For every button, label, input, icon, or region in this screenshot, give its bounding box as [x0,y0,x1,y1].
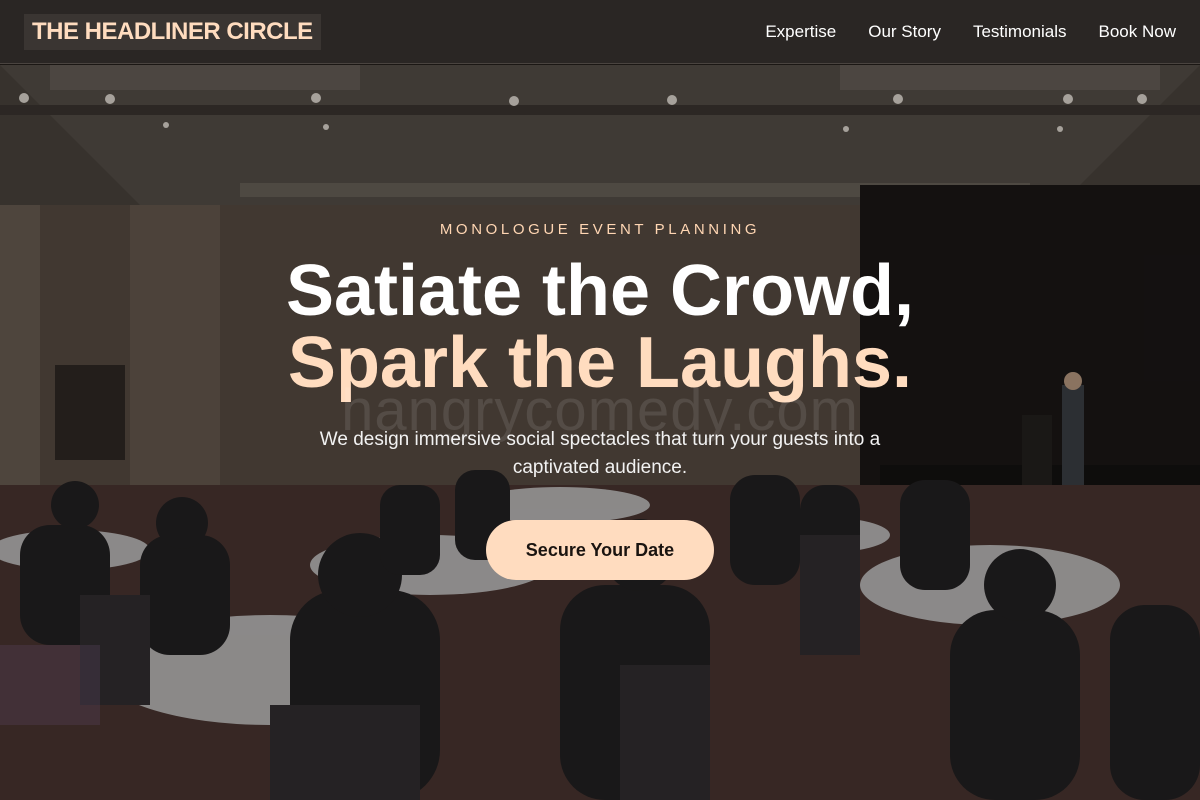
headline-line-1: Satiate the Crowd, [285,251,915,331]
hero-eyebrow: MONOLOGUE EVENT PLANNING [439,221,761,238]
nav-link-testimonials[interactable]: Testimonials [973,22,1067,42]
hero-content: MONOLOGUE EVENT PLANNING Satiate the Cro… [0,65,1200,800]
nav-link-our-story[interactable]: Our Story [868,22,941,42]
site-logo[interactable]: THE HEADLINER CIRCLE [24,13,321,50]
hero-subtitle: We design immersive social spectacles th… [319,429,881,478]
hero-section: MONOLOGUE EVENT PLANNING Satiate the Cro… [0,65,1200,800]
main-nav: Expertise Our Story Testimonials Book No… [765,22,1176,42]
nav-link-book-now[interactable]: Book Now [1099,22,1176,42]
site-header: THE HEADLINER CIRCLE Expertise Our Story… [0,0,1200,64]
secure-date-button[interactable]: Secure Your Date [486,520,714,580]
nav-link-expertise[interactable]: Expertise [765,22,836,42]
